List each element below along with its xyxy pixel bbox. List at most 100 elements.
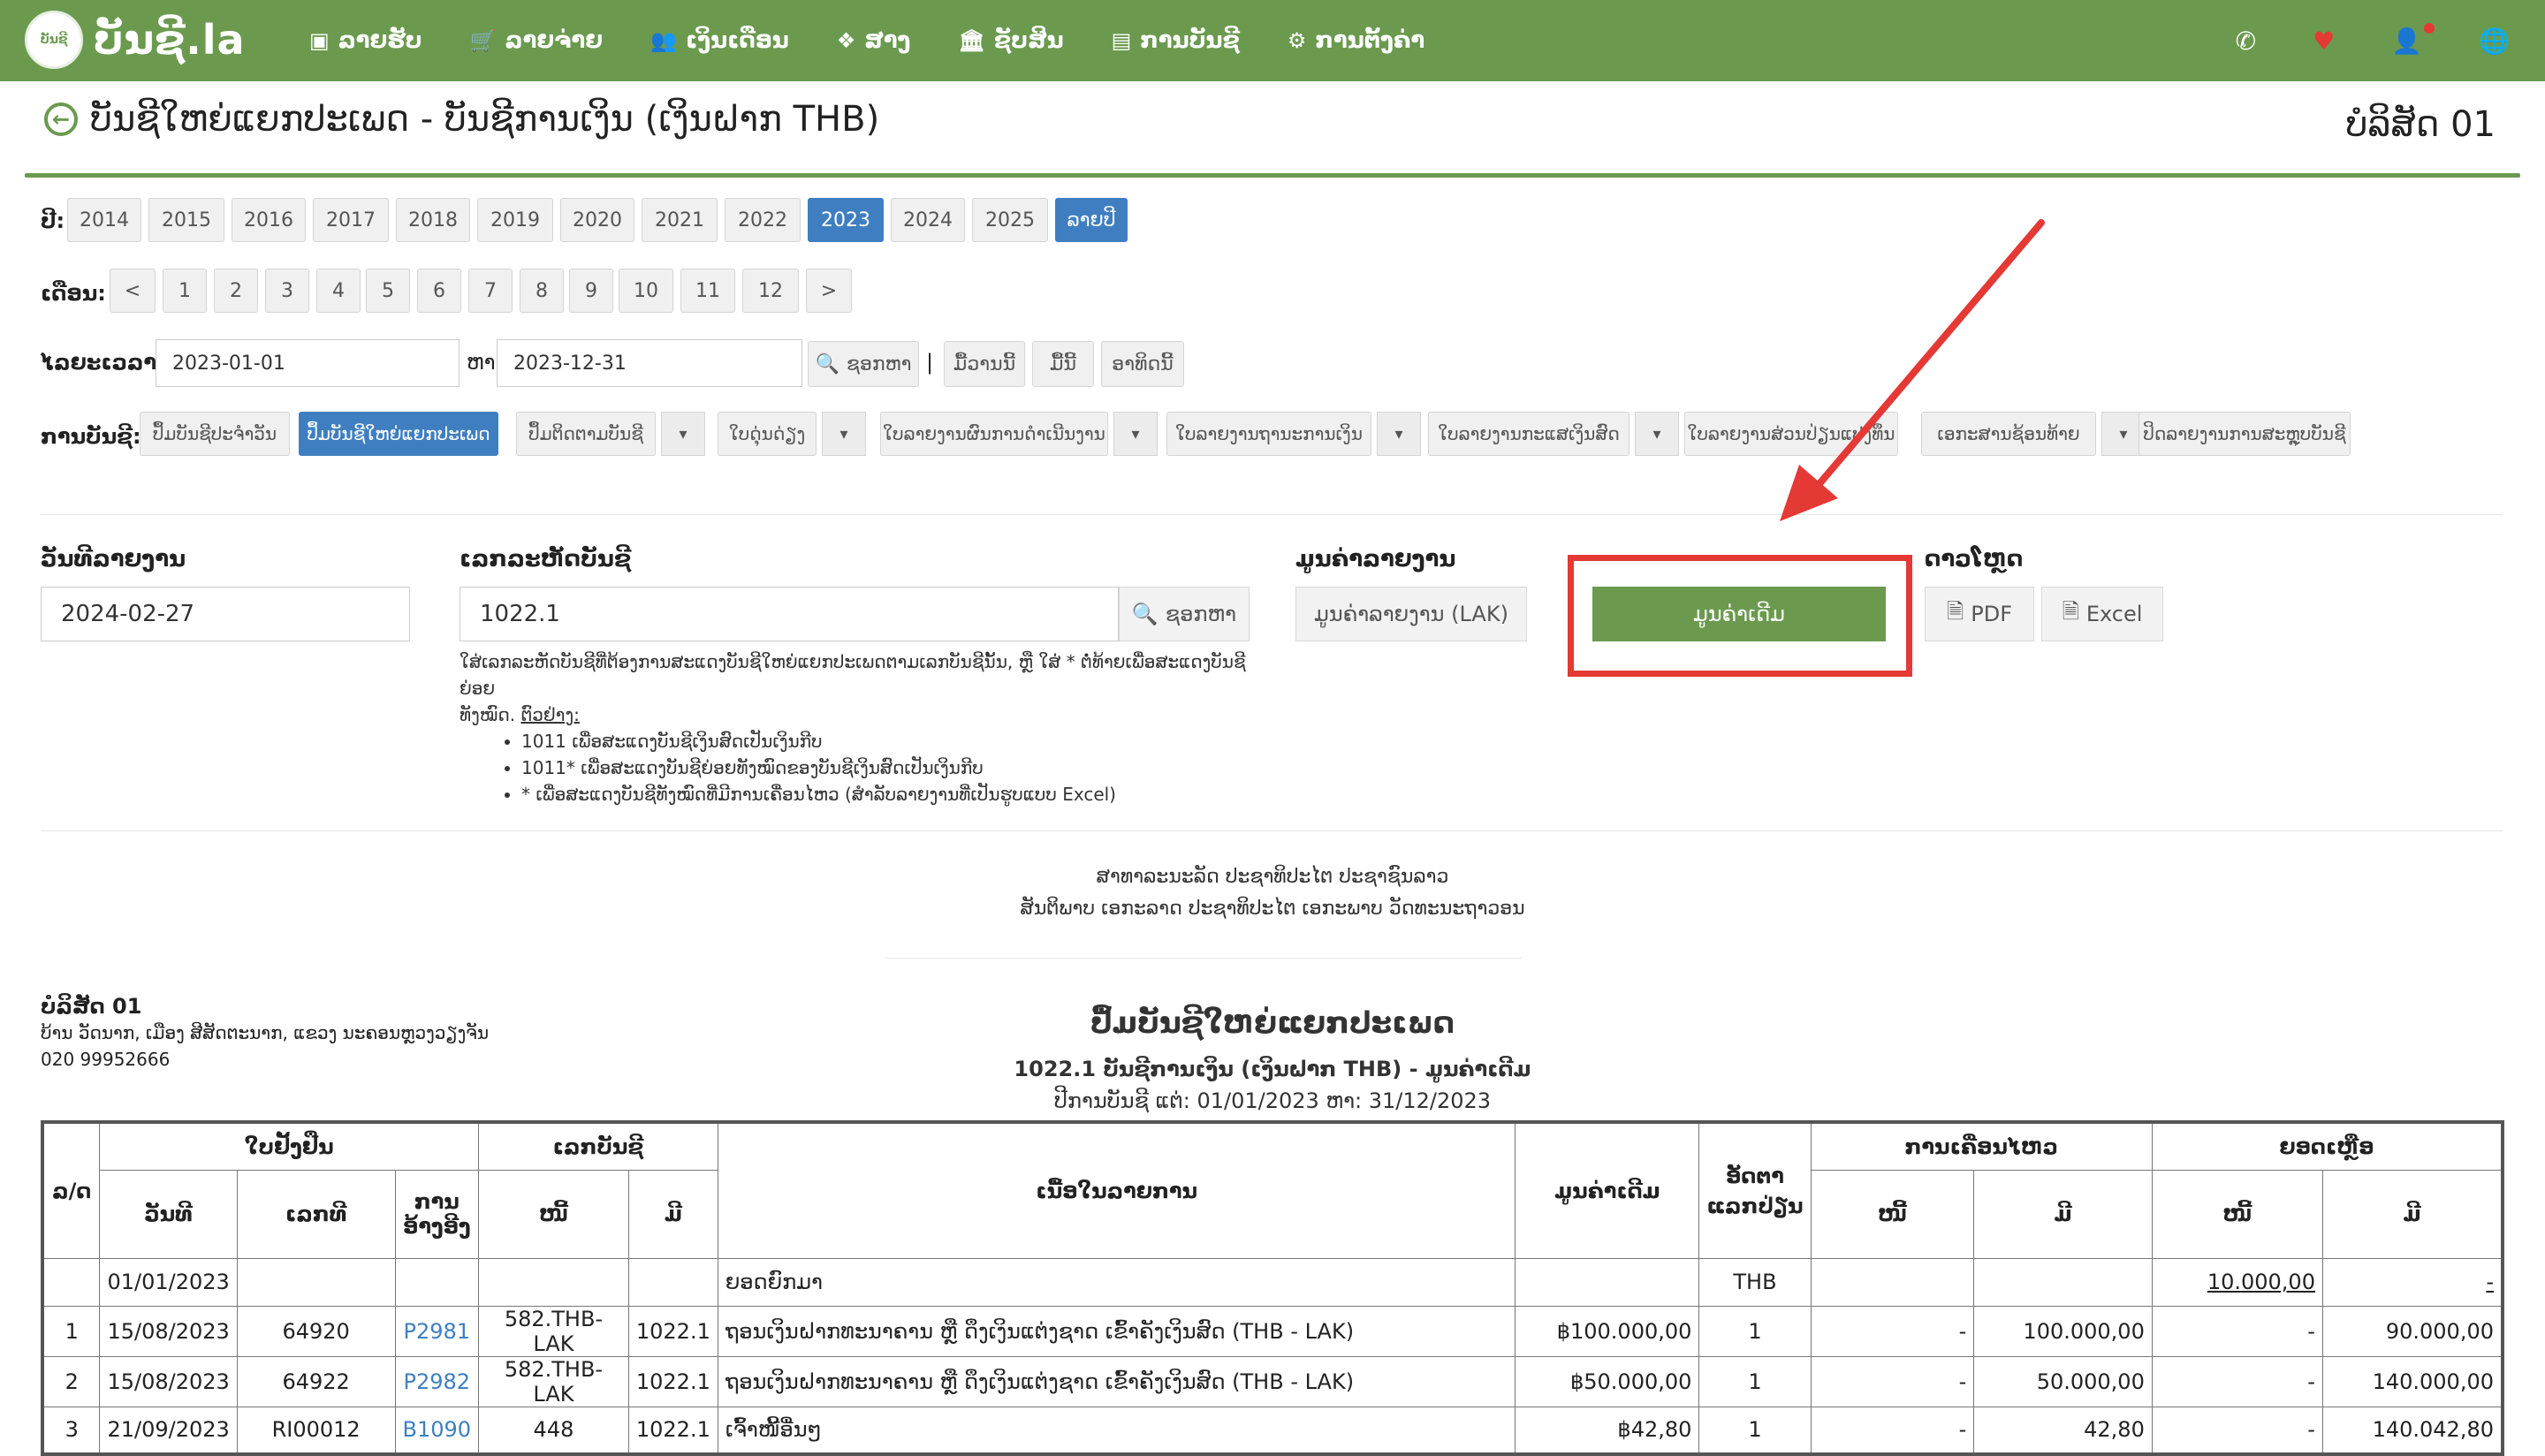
cell-acc-credit: 1022.1 [627,1305,718,1357]
cell-date: 15/08/2023 [99,1305,238,1357]
month-button-5[interactable]: 5 [366,269,410,313]
excel-download-button[interactable]: 🗎 Excel [2041,587,2163,641]
ref-link[interactable]: P2982 [404,1369,471,1394]
pdf-download-button[interactable]: 🗎 PDF [1925,587,2034,641]
book-button-6[interactable]: ໃບລາຍງານກະແສເງິນສົດ [1428,412,1630,456]
chevron-down-icon[interactable]: ▾ [661,412,705,456]
cell-mv-debit: - [1810,1305,1975,1357]
year-button-2021[interactable]: 2021 [642,198,718,242]
year-button-2017[interactable]: 2017 [313,198,389,242]
header-divider [25,173,2520,178]
year-button-2020[interactable]: 2020 [560,198,634,242]
page-title: ← ບັນຊີໃຫຍ່ແຍກປະເພດ - ບັນຊີການເງິນ (ເງິນ… [44,99,879,140]
globe-icon[interactable]: 🌐 [2479,27,2510,56]
col-bal-debit: ໜີ້ [2151,1169,2323,1259]
help-example-item: 1011 ເພື່ອສະແດງບັນຊີເງິນສົດເປັນເງິນກີບ [521,728,1272,755]
col-mv-credit: ມີ [1973,1169,2153,1259]
year-button-2019[interactable]: 2019 [477,198,553,242]
nation-line-1: ສາທາລະນະລັດ ປະຊາທິປະໄຕ ປະຊາຊົນລາວ [1096,866,1449,888]
cell-mv-debit: - [1810,1355,1975,1407]
cell-rate: 1 [1698,1355,1812,1407]
year-button-2024[interactable]: 2024 [891,198,965,242]
account-code-input[interactable]: 1022.1 [460,587,1119,641]
logo-mark-icon: ບັນຊີ [25,11,83,69]
period-search-label: ຊອກຫາ [846,353,912,375]
report-subtitle: 1022.1 ບັນຊີການເງິນ (ເງິນຝາກ THB) - ມູນຄ… [1014,1057,1531,1081]
book-button-7[interactable]: ໃບລາຍງານສ່ວນປ່ຽນແປງທຶນ [1684,412,1898,456]
book-button-4[interactable]: ໃບລາຍງານຜົນການດໍາເນີນງານ [880,412,1108,456]
brand-logo[interactable]: ບັນຊີ ບັນຊີ.la [25,11,246,69]
book-button-8[interactable]: ເອກະສານຊ້ອນທ້າຍ [1921,412,2096,456]
col-voucher: ໃບຢັ້ງຢືນ [99,1121,480,1171]
value-lak-button[interactable]: ມູນຄ່າລາຍງານ (LAK) [1295,587,1527,641]
chevron-down-icon[interactable]: ▾ [1113,412,1158,456]
month-button-8[interactable]: 8 [520,269,564,313]
nav-item-5[interactable]: ▤ ການບັນຊີ [1112,27,1240,54]
month-button-10[interactable]: 10 [619,269,673,313]
year-button-2022[interactable]: 2022 [725,198,801,242]
month-button-6[interactable]: 6 [417,269,461,313]
month-button-7[interactable]: 7 [468,269,513,313]
book-button-9[interactable]: ປິດລາຍງານການສະຫຼຸບບັນຊີ [2139,412,2351,456]
opening-desc: ຍອດຍົກມາ [717,1257,1516,1307]
year-button-2015[interactable]: 2015 [148,198,224,242]
col-movement: ການເຄື່ອນໄຫວ [1810,1121,2153,1171]
download-label: ດາວໂຫຼດ [1925,546,2024,573]
month-button-1[interactable]: 1 [163,269,207,313]
book-button-2[interactable]: ປຶ້ມຕິດຕາມບັນຊີ [516,412,656,456]
month-button-11[interactable]: 11 [680,269,735,313]
book-button-3[interactable]: ໃບດຸ່ນດ່ຽງ [718,412,817,456]
cell-rate: 1 [1698,1406,1812,1455]
yesterday-button[interactable]: ມື້ວານນີ້ [944,341,1025,387]
col-no: ລ/ດ [42,1121,101,1259]
month-button-9[interactable]: 9 [569,269,613,313]
col-mv-debit: ໜີ້ [1810,1169,1975,1259]
this-week-button[interactable]: ອາທິດນີ້ [1101,341,1184,387]
month-button-2[interactable]: 2 [214,269,258,313]
chevron-down-icon[interactable]: ▾ [1377,412,1421,456]
month-button-3[interactable]: 3 [265,269,309,313]
period-search-button[interactable]: 🔍 ຊອກຫາ [808,341,919,387]
next-month-button[interactable]: > [806,269,852,313]
prev-month-button[interactable]: < [110,269,156,313]
ref-link[interactable]: B1090 [403,1417,472,1442]
opening-bal-credit[interactable]: - [2486,1270,2494,1294]
month-button-4[interactable]: 4 [316,269,361,313]
whatsapp-icon[interactable]: ✆ [2236,27,2256,56]
annual-button[interactable]: ລາຍປີ [1055,198,1128,242]
nav-item-label: ລາຍຈ່າຍ [505,27,604,54]
back-arrow-icon[interactable]: ← [44,102,78,136]
year-button-2018[interactable]: 2018 [396,198,470,242]
book-button-0[interactable]: ປຶ້ມບັນຊີປະຈໍາວັນ [140,412,290,456]
gears-icon: ⚙ [1287,28,1307,53]
book-button-5[interactable]: ໃບລາຍງານຖານະການເງິນ [1166,412,1371,456]
report-date-input[interactable]: 2024-02-27 [41,587,410,641]
nav-item-3[interactable]: ❖ ສາງ [837,27,911,54]
user-icon[interactable]: 👤 [2391,22,2435,56]
nav-item-6[interactable]: ⚙ ການຕັ້ງຄ່າ [1288,27,1424,54]
nav-item-1[interactable]: 🛒 ລາຍຈ່າຍ [470,27,603,54]
date-from-input[interactable]: 2023-01-01 [156,339,460,387]
today-button[interactable]: ມື້ນີ້ [1032,341,1094,387]
cell-bal-debit: - [2151,1355,2323,1407]
nav-item-0[interactable]: ▣ ລາຍຮັບ [309,27,422,54]
nav-item-4[interactable]: 🏛 ຊັບສິນ [958,27,1063,54]
nav-item-2[interactable]: 👥 ເງິນເດືອນ [650,27,789,54]
account-search-button[interactable]: 🔍 ຊອກຫາ [1119,587,1250,641]
heart-icon[interactable]: ♥ [2313,27,2335,56]
cell-desc: ເຈົ້າໜີ້ອື່ນໆ [717,1406,1516,1455]
month-button-12[interactable]: 12 [742,269,799,313]
year-button-2023[interactable]: 2023 [808,198,884,242]
chevron-down-icon[interactable]: ▾ [822,412,866,456]
year-button-2014[interactable]: 2014 [67,198,141,242]
col-rate: ອັດຕາແລກປ່ຽນ [1698,1121,1812,1259]
year-button-2016[interactable]: 2016 [232,198,306,242]
year-button-2025[interactable]: 2025 [972,198,1048,242]
opening-bal-debit[interactable]: 10.000,00 [2207,1270,2315,1294]
chevron-down-icon[interactable]: ▾ [1635,412,1679,456]
col-date: ວັນທີ [99,1169,238,1259]
col-balance: ຍອດເຫຼືອ [2151,1121,2503,1171]
date-to-input[interactable]: 2023-12-31 [497,339,802,387]
book-button-1[interactable]: ປຶ້ມບັນຊີໃຫຍ່ແຍກປະເພດ [299,412,498,456]
ref-link[interactable]: P2981 [404,1319,471,1344]
